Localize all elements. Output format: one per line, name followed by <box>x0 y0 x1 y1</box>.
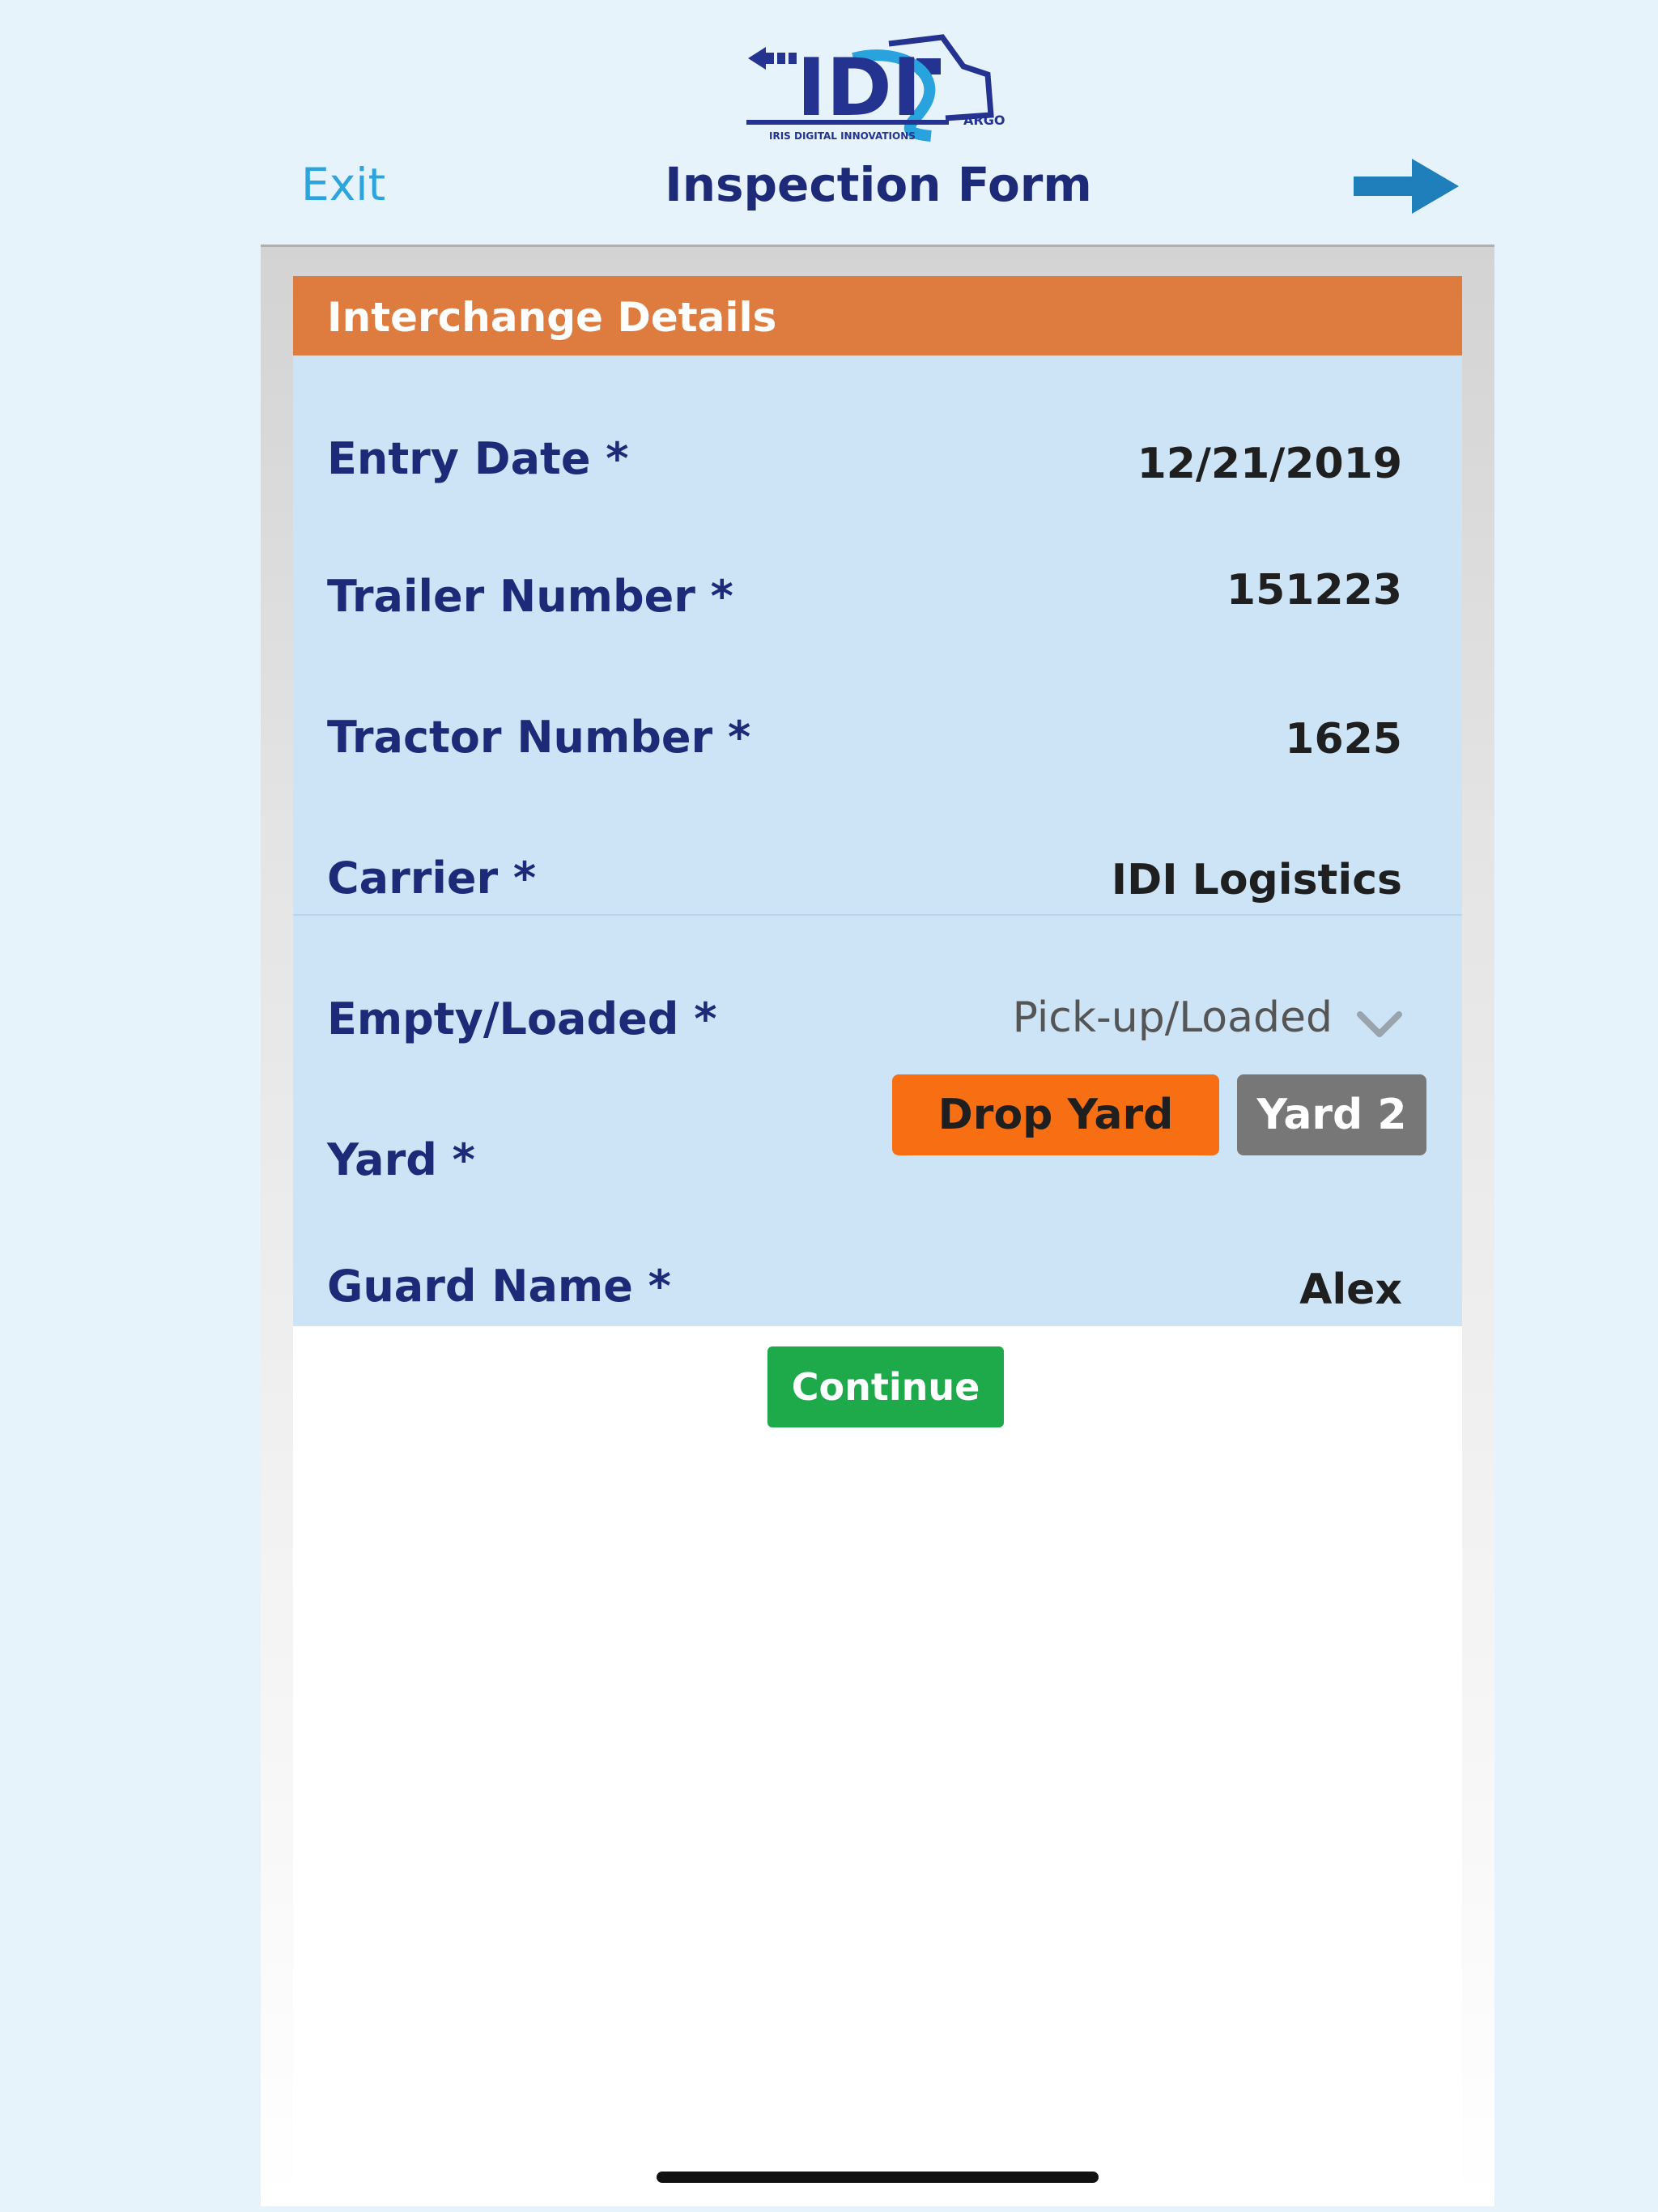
entry-date-label: Entry Date * <box>327 433 629 484</box>
logo-subtitle: IRIS DIGITAL INNOVATIONS <box>769 130 916 142</box>
empty-loaded-label: Empty/Loaded * <box>327 993 717 1044</box>
trailer-number-field[interactable]: 151223 <box>1226 566 1402 615</box>
logo-suffix: ARGO <box>963 113 1005 128</box>
section-header: Interchange Details <box>293 276 1462 355</box>
trailer-number-label: Trailer Number * <box>327 571 733 622</box>
tractor-number-field[interactable]: 1625 <box>1285 715 1402 764</box>
divider <box>293 914 1462 916</box>
guard-name-field[interactable]: Alex <box>1299 1266 1402 1314</box>
tractor-number-label: Tractor Number * <box>327 712 751 763</box>
yard-2-button[interactable]: Yard 2 <box>1237 1074 1426 1155</box>
guard-name-label: Guard Name * <box>327 1261 671 1312</box>
interchange-card: Interchange Details Entry Date * 12/21/2… <box>293 276 1462 2206</box>
home-indicator <box>657 2172 1099 2183</box>
carrier-label: Carrier * <box>327 853 537 904</box>
empty-loaded-select[interactable]: Pick-up/Loaded <box>1013 993 1333 1042</box>
carrier-field[interactable]: IDI Logistics <box>1112 856 1402 904</box>
idi-cargo-logo: IDI IRIS DIGITAL INNOVATIONS ARGO <box>746 34 1005 142</box>
yard-label: Yard * <box>327 1134 475 1185</box>
chevron-down-icon[interactable] <box>1355 1008 1404 1040</box>
form-fields: Entry Date * 12/21/2019 Trailer Number *… <box>293 355 1462 1326</box>
continue-button[interactable]: Continue <box>767 1346 1004 1427</box>
arrow-right-icon[interactable] <box>1354 154 1460 219</box>
entry-date-field[interactable]: 12/21/2019 <box>1137 440 1402 488</box>
form-panel: Interchange Details Entry Date * 12/21/2… <box>261 245 1494 2206</box>
drop-yard-button[interactable]: Drop Yard <box>892 1074 1219 1155</box>
